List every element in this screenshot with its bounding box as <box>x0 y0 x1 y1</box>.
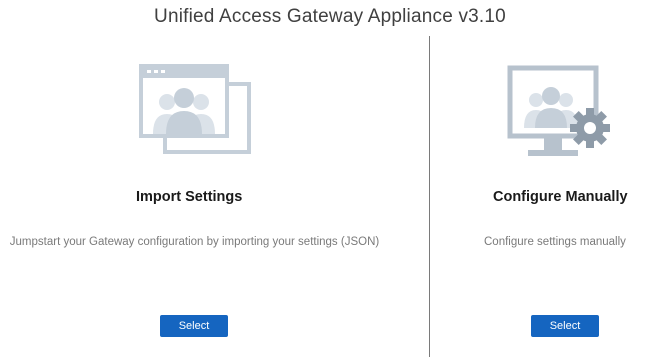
import-settings-description: Jumpstart your Gateway configuration by … <box>9 236 380 248</box>
configure-manually-select-button[interactable]: Select <box>531 315 599 337</box>
configure-manually-description: Configure settings manually <box>484 236 626 248</box>
import-settings-select-button[interactable]: Select <box>160 315 228 337</box>
configure-manually-panel: Configure Manually Configure settings ma… <box>430 0 660 357</box>
import-settings-title: Import Settings <box>136 189 243 205</box>
import-settings-panel: Import Settings Jumpstart your Gateway c… <box>0 0 429 357</box>
configure-manually-title: Configure Manually <box>493 189 628 205</box>
import-settings-icon <box>139 64 251 154</box>
configure-manually-icon <box>507 65 610 156</box>
